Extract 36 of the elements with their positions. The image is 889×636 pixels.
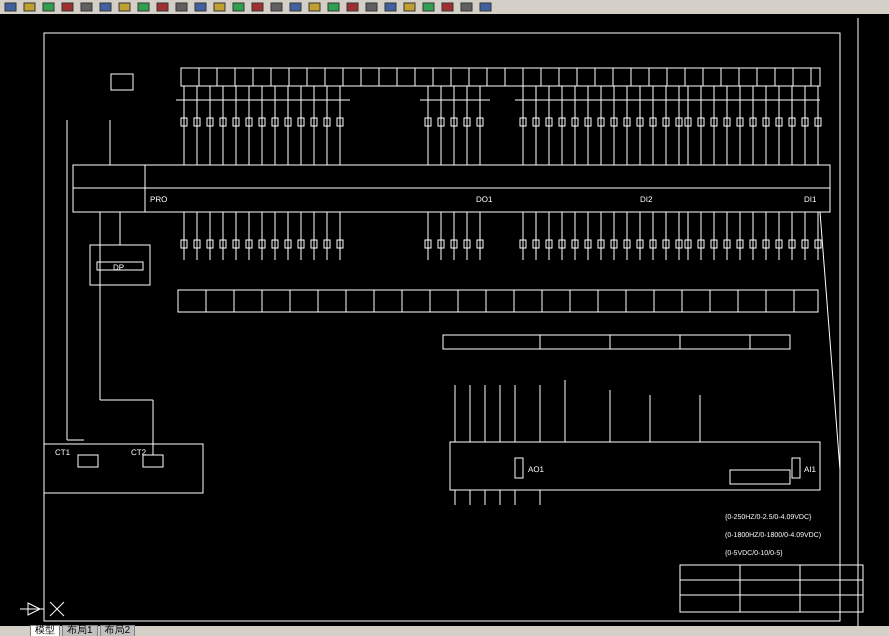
- toolbar-icon[interactable]: [403, 1, 416, 13]
- toolbar-icon[interactable]: [232, 1, 245, 13]
- toolbar-icon[interactable]: [61, 1, 74, 13]
- toolbar-icon[interactable]: [175, 1, 188, 13]
- toolbar-icon[interactable]: [460, 1, 473, 13]
- toolbar-icon[interactable]: [289, 1, 302, 13]
- toolbar-icon[interactable]: [80, 1, 93, 13]
- toolbar-icon[interactable]: [365, 1, 378, 13]
- drawing-label: CT1: [55, 448, 70, 457]
- toolbar-icon[interactable]: [422, 1, 435, 13]
- layout-tab[interactable]: 布局2: [100, 625, 136, 636]
- toolbar-icon[interactable]: [327, 1, 340, 13]
- toolbar-icon[interactable]: [251, 1, 264, 13]
- toolbar-icon[interactable]: [42, 1, 55, 13]
- toolbar-icon[interactable]: [213, 1, 226, 13]
- toolbar-icon[interactable]: [308, 1, 321, 13]
- toolbar-icon[interactable]: [194, 1, 207, 13]
- toolbar-icon[interactable]: [479, 1, 492, 13]
- toolbar-icon[interactable]: [270, 1, 283, 13]
- toolbar-icon[interactable]: [137, 1, 150, 13]
- drawing-label: DI2: [640, 195, 652, 204]
- toolbar-icon[interactable]: [118, 1, 131, 13]
- drawing-label: PRO: [150, 195, 168, 204]
- drawing-label: DO1: [476, 195, 492, 204]
- drawing-label: AO1: [528, 465, 544, 474]
- toolbar-icon[interactable]: [346, 1, 359, 13]
- toolbar-icon[interactable]: [23, 1, 36, 13]
- toolbar-icon[interactable]: [99, 1, 112, 13]
- layout-tab[interactable]: 模型: [30, 625, 60, 636]
- toolbar-icon[interactable]: [384, 1, 397, 13]
- layout-tab[interactable]: 布局1: [62, 625, 98, 636]
- toolbar-icon[interactable]: [156, 1, 169, 13]
- drawing-label: DI1: [804, 195, 816, 204]
- drawing-label: AI1: [804, 465, 816, 474]
- toolbar-icon[interactable]: [4, 1, 17, 13]
- toolbar-icon[interactable]: [441, 1, 454, 13]
